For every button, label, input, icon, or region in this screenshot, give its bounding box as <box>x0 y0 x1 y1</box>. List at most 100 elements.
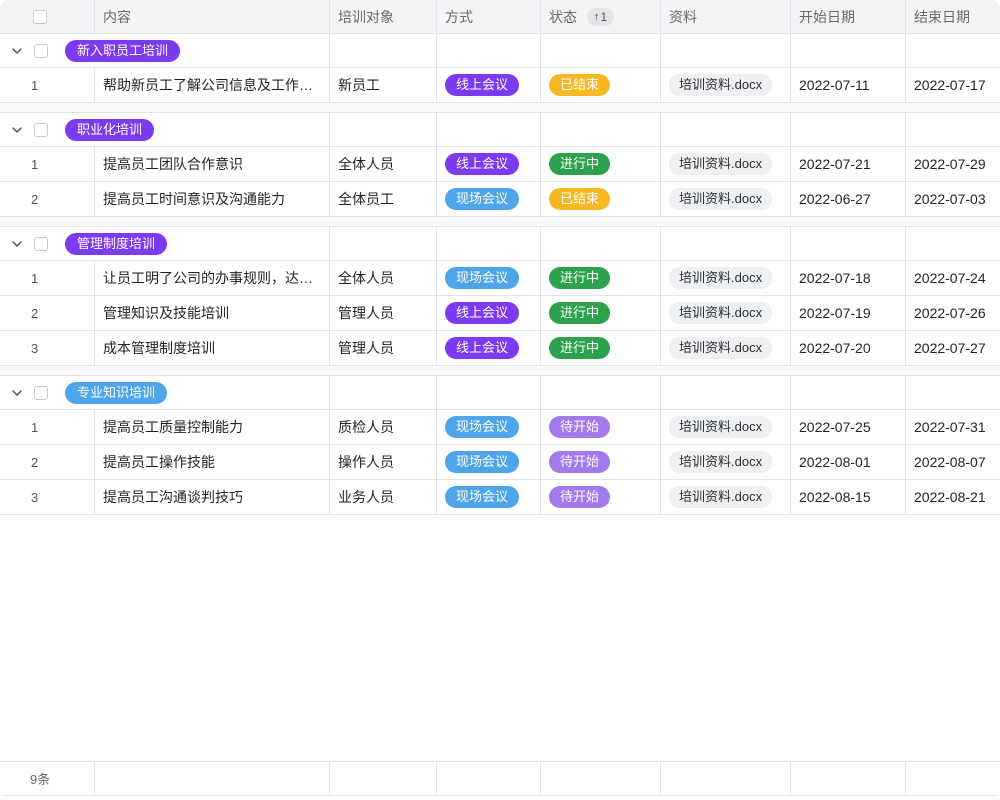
status-option-tag[interactable]: 已结束 <box>549 188 610 210</box>
method-option-tag[interactable]: 现场会议 <box>445 451 519 473</box>
method-cell[interactable]: 线上会议 <box>437 296 541 330</box>
sort-indicator-badge[interactable]: ↑ 1 <box>587 8 614 26</box>
group-checkbox[interactable] <box>34 44 48 58</box>
end-date-cell[interactable]: 2022-07-17 <box>906 68 1000 102</box>
content-cell[interactable]: 提高员工时间意识及沟通能力 <box>95 182 330 216</box>
method-cell[interactable]: 现场会议 <box>437 410 541 444</box>
select-all-checkbox[interactable] <box>33 10 47 24</box>
method-option-tag[interactable]: 线上会议 <box>445 153 519 175</box>
table-row[interactable]: 1帮助新员工了解公司信息及工作…新员工线上会议已结束培训资料.docx2022-… <box>0 68 1000 103</box>
status-option-tag[interactable]: 进行中 <box>549 337 610 359</box>
table-row[interactable]: 2提高员工时间意识及沟通能力全体员工现场会议已结束培训资料.docx2022-0… <box>0 182 1000 217</box>
column-header-file[interactable]: 资料 <box>661 0 791 33</box>
start-date-cell[interactable]: 2022-07-25 <box>791 410 906 444</box>
content-cell[interactable]: 提高员工操作技能 <box>95 445 330 479</box>
method-cell[interactable]: 现场会议 <box>437 445 541 479</box>
target-cell[interactable]: 业务人员 <box>330 480 437 514</box>
method-option-tag[interactable]: 现场会议 <box>445 267 519 289</box>
group-checkbox[interactable] <box>34 123 48 137</box>
status-cell[interactable]: 待开始 <box>541 480 661 514</box>
content-cell[interactable]: 提高员工团队合作意识 <box>95 147 330 181</box>
attachment-chip[interactable]: 培训资料.docx <box>669 486 772 508</box>
start-date-cell[interactable]: 2022-07-11 <box>791 68 906 102</box>
summary-cell[interactable] <box>437 762 541 795</box>
status-cell[interactable]: 进行中 <box>541 261 661 295</box>
method-option-tag[interactable]: 现场会议 <box>445 486 519 508</box>
method-cell[interactable]: 线上会议 <box>437 68 541 102</box>
content-cell[interactable]: 提高员工质量控制能力 <box>95 410 330 444</box>
file-cell[interactable]: 培训资料.docx <box>661 261 791 295</box>
status-cell[interactable]: 待开始 <box>541 445 661 479</box>
method-cell[interactable]: 现场会议 <box>437 182 541 216</box>
status-cell[interactable]: 进行中 <box>541 147 661 181</box>
group-checkbox[interactable] <box>34 386 48 400</box>
table-row[interactable]: 1提高员工团队合作意识全体人员线上会议进行中培训资料.docx2022-07-2… <box>0 147 1000 182</box>
status-cell[interactable]: 进行中 <box>541 331 661 365</box>
target-cell[interactable]: 新员工 <box>330 68 437 102</box>
method-cell[interactable]: 现场会议 <box>437 261 541 295</box>
status-option-tag[interactable]: 进行中 <box>549 153 610 175</box>
status-option-tag[interactable]: 进行中 <box>549 302 610 324</box>
file-cell[interactable]: 培训资料.docx <box>661 182 791 216</box>
column-header-status[interactable]: 状态 ↑ 1 <box>541 0 661 33</box>
target-cell[interactable]: 管理人员 <box>330 331 437 365</box>
method-cell[interactable]: 线上会议 <box>437 331 541 365</box>
end-date-cell[interactable]: 2022-08-21 <box>906 480 1000 514</box>
end-date-cell[interactable]: 2022-07-31 <box>906 410 1000 444</box>
end-date-cell[interactable]: 2022-07-27 <box>906 331 1000 365</box>
start-date-cell[interactable]: 2022-08-01 <box>791 445 906 479</box>
target-cell[interactable]: 全体人员 <box>330 147 437 181</box>
method-option-tag[interactable]: 现场会议 <box>445 416 519 438</box>
end-date-cell[interactable]: 2022-07-26 <box>906 296 1000 330</box>
target-cell[interactable]: 操作人员 <box>330 445 437 479</box>
summary-cell[interactable] <box>95 762 330 795</box>
summary-cell[interactable] <box>661 762 791 795</box>
attachment-chip[interactable]: 培训资料.docx <box>669 153 772 175</box>
method-cell[interactable]: 线上会议 <box>437 147 541 181</box>
file-cell[interactable]: 培训资料.docx <box>661 480 791 514</box>
group-name-badge[interactable]: 职业化培训 <box>65 119 154 141</box>
attachment-chip[interactable]: 培训资料.docx <box>669 416 772 438</box>
attachment-chip[interactable]: 培训资料.docx <box>669 451 772 473</box>
summary-cell[interactable] <box>791 762 906 795</box>
status-option-tag[interactable]: 已结束 <box>549 74 610 96</box>
chevron-down-icon[interactable] <box>10 123 24 137</box>
status-cell[interactable]: 待开始 <box>541 410 661 444</box>
start-date-cell[interactable]: 2022-07-21 <box>791 147 906 181</box>
target-cell[interactable]: 管理人员 <box>330 296 437 330</box>
attachment-chip[interactable]: 培训资料.docx <box>669 74 772 96</box>
content-cell[interactable]: 成本管理制度培训 <box>95 331 330 365</box>
group-name-badge[interactable]: 专业知识培训 <box>65 382 167 404</box>
file-cell[interactable]: 培训资料.docx <box>661 410 791 444</box>
table-row[interactable]: 1让员工明了公司的办事规则，达…全体人员现场会议进行中培训资料.docx2022… <box>0 261 1000 296</box>
column-header-content[interactable]: 内容 <box>95 0 330 33</box>
column-header-start-date[interactable]: 开始日期 <box>791 0 906 33</box>
target-cell[interactable]: 全体员工 <box>330 182 437 216</box>
status-option-tag[interactable]: 待开始 <box>549 416 610 438</box>
column-header-method[interactable]: 方式 <box>437 0 541 33</box>
summary-cell[interactable] <box>906 762 1000 795</box>
method-option-tag[interactable]: 现场会议 <box>445 188 519 210</box>
content-cell[interactable]: 提高员工沟通谈判技巧 <box>95 480 330 514</box>
summary-cell[interactable] <box>330 762 437 795</box>
target-cell[interactable]: 全体人员 <box>330 261 437 295</box>
content-cell[interactable]: 帮助新员工了解公司信息及工作… <box>95 68 330 102</box>
start-date-cell[interactable]: 2022-07-20 <box>791 331 906 365</box>
file-cell[interactable]: 培训资料.docx <box>661 296 791 330</box>
method-option-tag[interactable]: 线上会议 <box>445 74 519 96</box>
start-date-cell[interactable]: 2022-07-19 <box>791 296 906 330</box>
group-name-badge[interactable]: 管理制度培训 <box>65 233 167 255</box>
method-option-tag[interactable]: 线上会议 <box>445 337 519 359</box>
attachment-chip[interactable]: 培训资料.docx <box>669 267 772 289</box>
status-option-tag[interactable]: 待开始 <box>549 451 610 473</box>
attachment-chip[interactable]: 培训资料.docx <box>669 188 772 210</box>
summary-cell[interactable] <box>541 762 661 795</box>
status-cell[interactable]: 已结束 <box>541 182 661 216</box>
end-date-cell[interactable]: 2022-07-03 <box>906 182 1000 216</box>
status-cell[interactable]: 已结束 <box>541 68 661 102</box>
group-checkbox[interactable] <box>34 237 48 251</box>
target-cell[interactable]: 质检人员 <box>330 410 437 444</box>
status-option-tag[interactable]: 进行中 <box>549 267 610 289</box>
start-date-cell[interactable]: 2022-08-15 <box>791 480 906 514</box>
file-cell[interactable]: 培训资料.docx <box>661 68 791 102</box>
